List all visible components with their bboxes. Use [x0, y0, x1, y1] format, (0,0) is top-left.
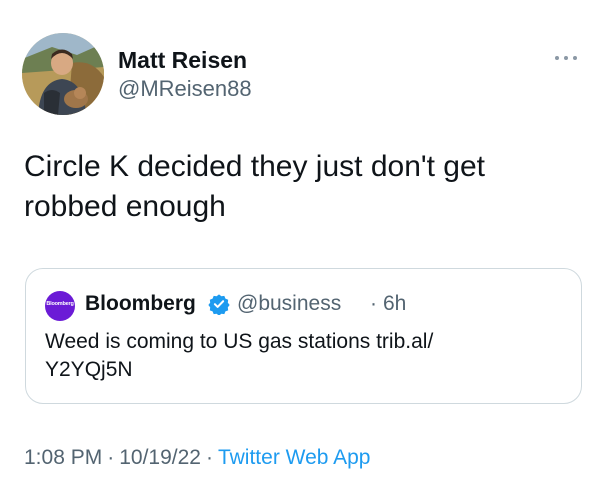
quote-author-avatar[interactable]: Bloomberg [45, 291, 75, 321]
quoted-tweet-card[interactable]: Bloomberg Bloomberg @business · 6h Weed … [25, 268, 582, 404]
tweet-date[interactable]: 10/19/22 [119, 446, 201, 469]
tweet-source-link[interactable]: Twitter Web App [218, 446, 371, 469]
tweet-text: Circle K decided they just don't get rob… [24, 150, 485, 223]
ellipsis-icon [552, 50, 580, 66]
quote-separator: · [370, 292, 377, 315]
quote-author-handle[interactable]: @business [237, 291, 341, 317]
quote-author-name[interactable]: Bloomberg [85, 291, 196, 317]
tweet-metadata: 1:08 PM · 10/19/22 · Twitter Web App [24, 444, 371, 472]
bloomberg-logo-text: Bloomberg [46, 301, 74, 307]
metadata-separator: · [107, 446, 115, 469]
verified-badge-icon [208, 293, 230, 315]
tweet-time[interactable]: 1:08 PM [24, 446, 102, 469]
metadata-separator: · [205, 446, 213, 469]
quote-timestamp[interactable]: 6h [383, 291, 406, 317]
author-avatar[interactable] [22, 33, 104, 115]
more-options-button[interactable] [552, 50, 580, 66]
quote-text: Weed is coming to US gas stations trib.a… [45, 330, 434, 381]
author-handle[interactable]: @MReisen88 [118, 75, 252, 103]
author-display-name[interactable]: Matt Reisen [118, 46, 247, 74]
